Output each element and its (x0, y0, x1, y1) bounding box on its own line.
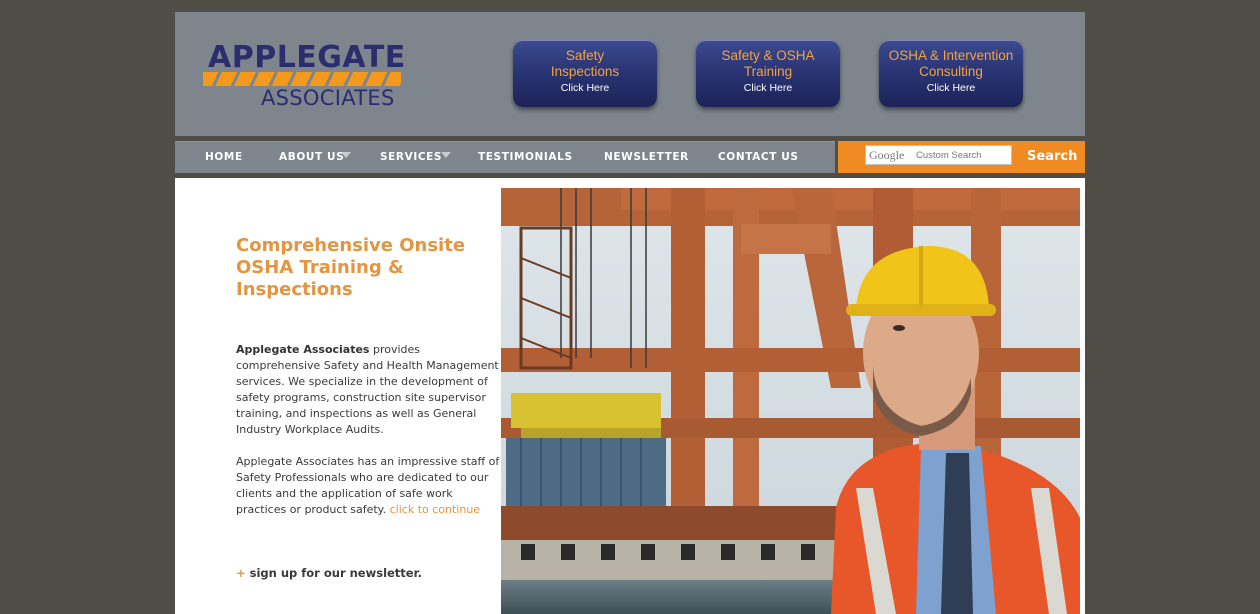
intro-paragraph: Applegate Associates provides comprehens… (236, 342, 504, 438)
main-nav: HOME ABOUT US SERVICES TESTIMONIALS NEWS… (175, 141, 835, 173)
page-headline: Comprehensive Onsite OSHA Training & Ins… (236, 235, 466, 300)
services-dropdown-arrow-icon[interactable] (441, 152, 451, 158)
logo-stripe (203, 72, 401, 86)
nav-services[interactable]: SERVICES (380, 142, 442, 173)
intro-text: provides comprehensive Safety and Health… (236, 343, 499, 436)
search-input[interactable]: Google Custom Search (865, 145, 1012, 165)
cta-title: Safety & OSHA Training (721, 48, 815, 79)
hero-photo-illustration (501, 188, 1080, 614)
nav-home[interactable]: HOME (205, 142, 243, 173)
page-wrapper: APPLEGATE ASSOCIATES Safety Inspections C… (175, 12, 1085, 614)
staff-paragraph: Applegate Associates has an impressive s… (236, 454, 504, 518)
nav-contact-us[interactable]: CONTACT US (718, 142, 799, 173)
cta-click-here: Click Here (743, 82, 793, 94)
continue-link[interactable]: click to continue (390, 503, 480, 516)
search-button[interactable]: Search (1027, 141, 1077, 173)
applegate-logo[interactable]: APPLEGATE ASSOCIATES (203, 40, 406, 112)
plus-icon: + (236, 566, 246, 580)
cta-click-here: Click Here (560, 82, 610, 94)
hero-image (501, 188, 1080, 614)
about-dropdown-arrow-icon[interactable] (341, 152, 351, 158)
google-logo: Google (869, 148, 905, 162)
main-content: Comprehensive Onsite OSHA Training & Ins… (175, 178, 1085, 614)
newsletter-signup-link[interactable]: + sign up for our newsletter. (236, 566, 422, 580)
logo-line2: ASSOCIATES (261, 86, 395, 110)
company-name: Applegate Associates (236, 343, 370, 356)
cta-safety-inspections-button[interactable]: Safety Inspections Click Here (513, 40, 657, 107)
cta-title: Safety Inspections (550, 48, 620, 79)
nav-testimonials[interactable]: TESTIMONIALS (478, 142, 573, 173)
logo-line1: APPLEGATE (208, 40, 406, 75)
cta-click-here: Click Here (926, 82, 976, 94)
nav-newsletter[interactable]: NEWSLETTER (604, 142, 689, 173)
site-header: APPLEGATE ASSOCIATES Safety Inspections C… (175, 12, 1085, 136)
newsletter-text: sign up for our newsletter. (249, 566, 423, 580)
cta-title: OSHA & Intervention Consulting (888, 48, 1014, 79)
cta-osha-consulting-button[interactable]: OSHA & Intervention Consulting Click Here (879, 40, 1023, 107)
search-bar: Google Custom Search Search (838, 141, 1085, 173)
cta-safety-osha-training-button[interactable]: Safety & OSHA Training Click Here (696, 40, 840, 107)
nav-about-us[interactable]: ABOUT US (279, 142, 344, 173)
search-placeholder: Custom Search (916, 150, 982, 161)
